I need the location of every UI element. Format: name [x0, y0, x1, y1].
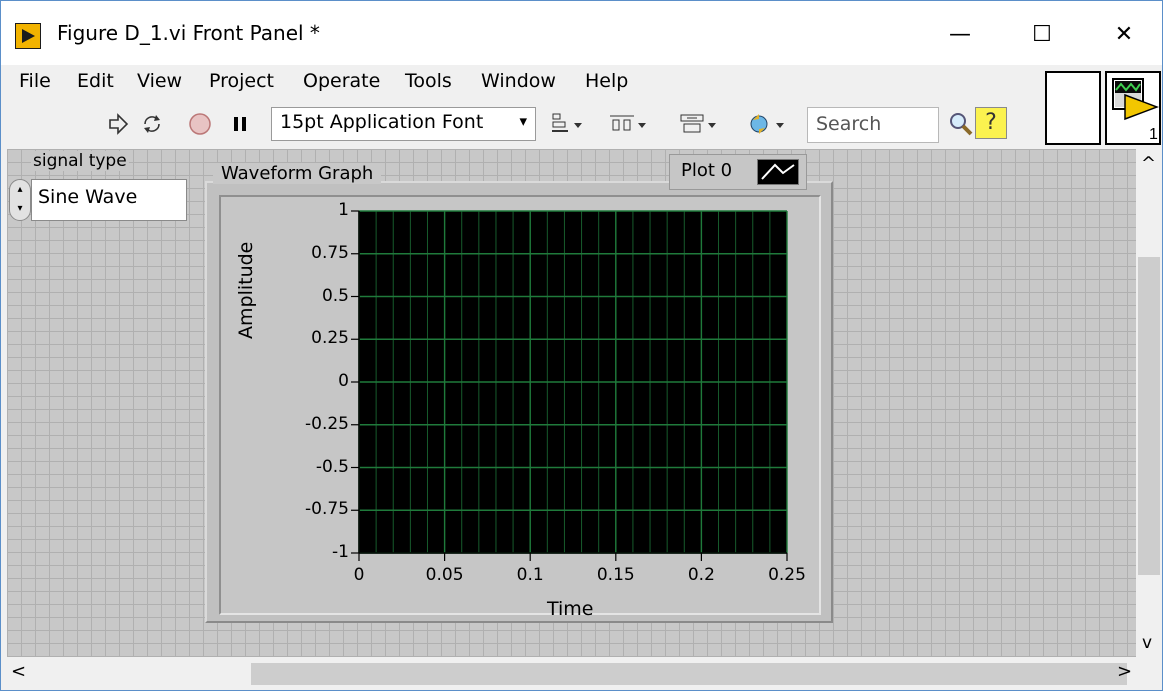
- horizontal-scroll-thumb[interactable]: [251, 663, 1127, 685]
- x-tick-label: 0.2: [687, 565, 715, 585]
- y-axis-label: Amplitude: [235, 241, 257, 339]
- y-tick-label: 0.5: [321, 285, 349, 306]
- x-tick-label: 0: [353, 565, 365, 585]
- resize-grip[interactable]: [1136, 657, 1162, 690]
- vertical-scroll-thumb[interactable]: [1138, 257, 1160, 575]
- x-tick-label: 0.15: [596, 565, 635, 585]
- y-tick-label: 0.25: [311, 328, 349, 349]
- front-panel-window: Figure D_1.vi Front Panel * — ☐ ✕ File E…: [0, 0, 1163, 691]
- y-tick-label: 0.75: [311, 242, 349, 263]
- y-tick-label: 0: [338, 371, 349, 391]
- scroll-down-icon[interactable]: v: [1142, 633, 1152, 653]
- y-tick-label: 1: [338, 200, 349, 220]
- x-tick-label: 0.1: [516, 565, 544, 585]
- x-tick-label: 0.05: [425, 565, 464, 585]
- scroll-left-icon[interactable]: <: [11, 661, 26, 682]
- plot-area: [351, 210, 788, 561]
- y-tick-label: -0.75: [305, 499, 349, 520]
- y-tick-label: -1: [332, 542, 349, 562]
- y-tick-label: -0.25: [305, 413, 349, 434]
- x-tick-label: 0.25: [768, 565, 806, 585]
- x-axis-label: Time: [547, 598, 594, 620]
- scroll-up-icon[interactable]: ^: [1141, 153, 1156, 174]
- scroll-right-icon[interactable]: >: [1117, 661, 1132, 682]
- y-tick-label: -0.5: [315, 456, 349, 477]
